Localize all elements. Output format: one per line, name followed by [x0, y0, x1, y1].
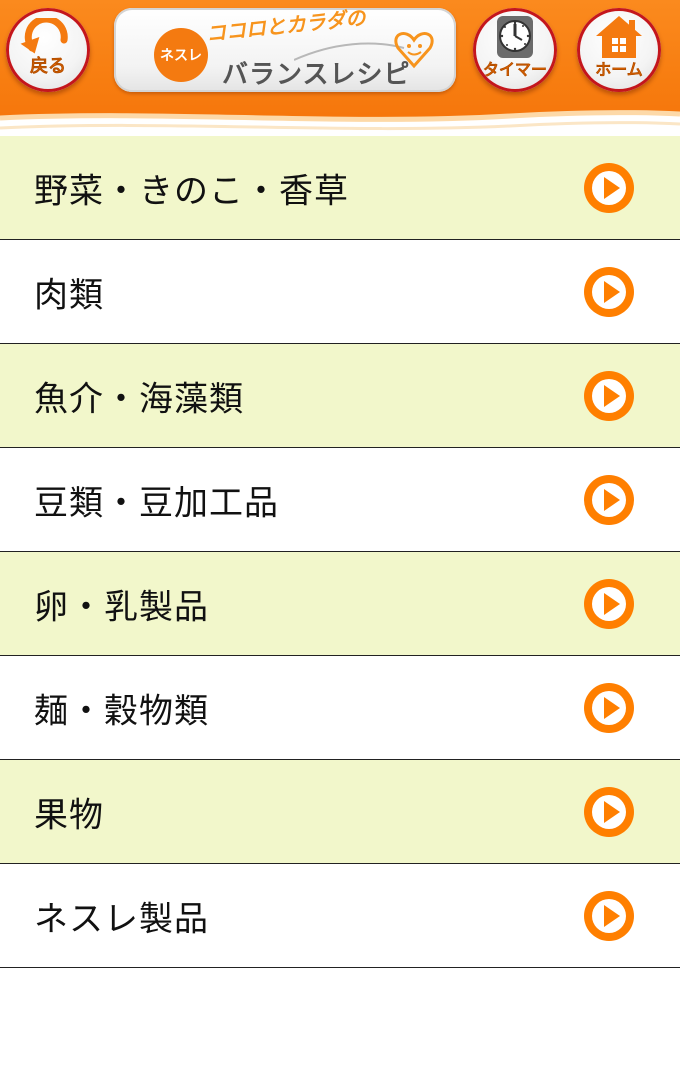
clock-icon: [497, 16, 533, 58]
back-button-label: 戻る: [30, 56, 66, 77]
back-button[interactable]: 戻る: [6, 8, 90, 92]
list-item-seafood[interactable]: 魚介・海藻類: [0, 344, 680, 448]
list-item-label: 野菜・きのこ・香草: [34, 171, 349, 211]
timer-button-label: タイマー: [482, 60, 547, 79]
home-button[interactable]: ホーム: [577, 8, 661, 92]
arrow-right-circle-icon: [584, 266, 634, 317]
arrow-right-circle-icon: [584, 162, 634, 213]
list-item-beans[interactable]: 豆類・豆加工品: [0, 448, 680, 552]
home-button-label: ホーム: [595, 60, 643, 79]
list-item-label: 麺・穀物類: [34, 691, 209, 731]
arrow-right-circle-icon: [584, 682, 634, 733]
list-item-label: 豆類・豆加工品: [34, 483, 279, 523]
timer-button[interactable]: タイマー: [473, 8, 557, 92]
list-item-nestle-products[interactable]: ネスレ製品: [0, 864, 680, 968]
list-item-vegetables[interactable]: 野菜・きのこ・香草: [0, 136, 680, 240]
category-list: 野菜・きのこ・香草 肉類 魚介・海藻類 豆類・豆加工品 卵・乳製品 麺・穀物類 …: [0, 136, 680, 968]
list-item-label: 卵・乳製品: [34, 587, 209, 627]
logo-name: バランスレシピ: [222, 60, 411, 90]
logo-brand-badge: ネスレ: [154, 28, 208, 82]
list-item-noodles-grains[interactable]: 麺・穀物類: [0, 656, 680, 760]
arrow-right-circle-icon: [584, 786, 634, 837]
app-root: 戻る ネスレ ココロとカラダの バランスレシピ タイマー ホーム 野菜・きのこ・…: [0, 0, 680, 1073]
list-item-fruit[interactable]: 果物: [0, 760, 680, 864]
house-icon: [596, 16, 642, 58]
app-header: 戻る ネスレ ココロとカラダの バランスレシピ タイマー ホーム: [0, 0, 680, 136]
arrow-right-circle-icon: [584, 890, 634, 941]
list-item-label: 果物: [34, 795, 104, 835]
app-logo: ネスレ ココロとカラダの バランスレシピ: [114, 8, 456, 92]
list-item-label: ネスレ製品: [34, 899, 209, 939]
arrow-right-circle-icon: [584, 474, 634, 525]
list-item-eggs-dairy[interactable]: 卵・乳製品: [0, 552, 680, 656]
list-item-label: 肉類: [34, 275, 104, 315]
list-item-meat[interactable]: 肉類: [0, 240, 680, 344]
list-item-label: 魚介・海藻類: [34, 379, 244, 419]
arrow-right-circle-icon: [584, 370, 634, 421]
header-wave-decoration: [0, 110, 680, 136]
arrow-right-circle-icon: [584, 578, 634, 629]
